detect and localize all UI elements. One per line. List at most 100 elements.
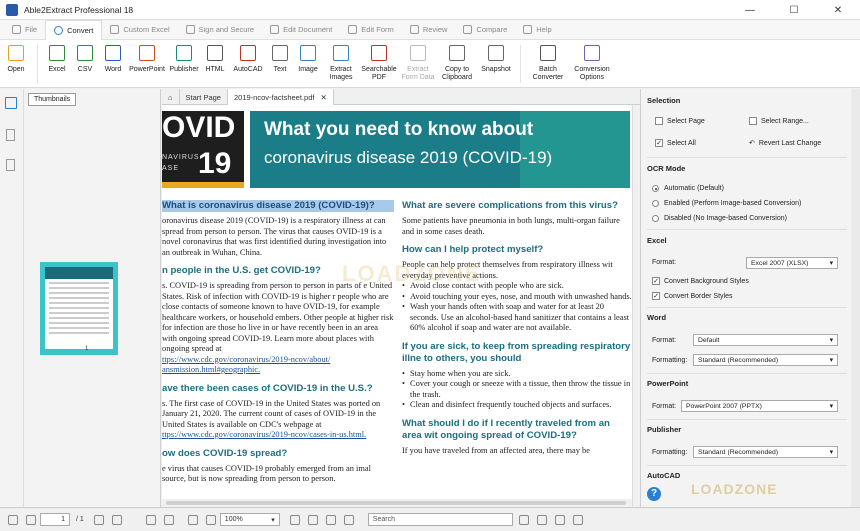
section-heading: If you are sick, to keep from spreading …: [402, 340, 631, 364]
two-page-icon[interactable]: [343, 514, 354, 525]
menu-tab-edit-document[interactable]: Edit Document: [262, 20, 340, 40]
ocr-option-radio[interactable]: Disabled (No Image-based Conversion): [652, 215, 787, 222]
ribbon-powerpoint-button[interactable]: PowerPoint: [127, 45, 167, 74]
help-icon[interactable]: ?: [647, 487, 661, 501]
search-input[interactable]: Search: [367, 513, 513, 526]
ribbon-batch-converter-button[interactable]: Batch Converter: [526, 45, 570, 82]
thumbnails-view-icon[interactable]: [5, 97, 17, 109]
document-link[interactable]: ttps://www.cdc.gov/coronavirus/2019-ncov…: [162, 355, 394, 376]
match-case-icon[interactable]: [554, 514, 565, 525]
section-heading: What are severe complications from this …: [402, 200, 618, 211]
ribbon-button-label: Extract Form Data: [401, 66, 435, 81]
zoom-in-icon[interactable]: [187, 514, 198, 525]
ribbon-autocad-button[interactable]: AutoCAD: [229, 45, 267, 74]
left-icon-strip: [0, 89, 24, 507]
menu-tab-compare[interactable]: Compare: [455, 20, 515, 40]
search-prev-icon[interactable]: [518, 514, 529, 525]
last-page-icon[interactable]: [111, 514, 122, 525]
excel-format-label: Format:: [652, 259, 677, 266]
search-options-icon[interactable]: [572, 514, 583, 525]
paragraph: s. The first case of COVID-19 in the Uni…: [162, 398, 381, 429]
paragraph: If you have traveled from an affected ar…: [402, 445, 590, 455]
vertical-scrollbar[interactable]: [632, 105, 640, 507]
ribbon-extract-images-button[interactable]: Extract Images: [323, 45, 359, 82]
fit-page-icon[interactable]: [307, 514, 318, 525]
ribbon-image-button[interactable]: Image: [293, 45, 323, 74]
ribbon-button-label: PowerPoint: [129, 66, 165, 73]
ribbon-snapshot-button[interactable]: Snapshot: [477, 45, 515, 74]
ribbon-publisher-button[interactable]: Publisher: [167, 45, 201, 74]
page-thumbnail[interactable]: [40, 262, 118, 355]
excel-format-select[interactable]: Excel 2007 (XLSX) ▾: [746, 257, 838, 269]
rotate-icon[interactable]: [145, 514, 156, 525]
document-tab[interactable]: 2019-ncov-factsheet.pdf ✕: [227, 89, 334, 105]
ribbon-button-label: CSV: [77, 66, 93, 73]
publisher-formatting-select[interactable]: Standard (Recommended) ▾: [693, 446, 838, 458]
ribbon-button-label: HTML: [205, 66, 225, 73]
ribbon-copy-to-clipboard-button[interactable]: Copy to Clipboard: [437, 45, 477, 82]
zoom-select[interactable]: 100% ▾: [219, 513, 280, 526]
fit-width-icon[interactable]: [289, 514, 300, 525]
select-page-button[interactable]: Select Page: [655, 117, 705, 125]
close-button[interactable]: ✕: [816, 0, 860, 20]
menu-tab-custom-excel[interactable]: Custom Excel: [102, 20, 177, 40]
menu-tab-file[interactable]: File: [4, 20, 45, 40]
search-next-icon[interactable]: [536, 514, 547, 525]
ribbon-excel-button[interactable]: Excel: [43, 45, 71, 74]
page-number-input[interactable]: 1: [40, 513, 70, 526]
refresh-icon[interactable]: [163, 514, 174, 525]
ocr-option-radio[interactable]: Automatic (Default): [652, 185, 724, 192]
actual-size-icon[interactable]: [325, 514, 336, 525]
maximize-button[interactable]: ☐: [772, 0, 816, 20]
section-heading: What is coronavirus disease 2019 (COVID-…: [162, 200, 394, 212]
ribbon-csv-button[interactable]: CSV: [71, 45, 99, 74]
next-page-icon[interactable]: [93, 514, 104, 525]
extract-form-icon: [410, 45, 426, 61]
thumbnails-tab[interactable]: Thumbnails: [28, 93, 77, 106]
prev-page-icon[interactable]: [26, 514, 36, 525]
chevron-down-icon: ▾: [829, 337, 833, 344]
ribbon-searchable-pdf-button[interactable]: Searchable PDF: [359, 45, 399, 82]
close-tab-icon[interactable]: ✕: [320, 93, 326, 102]
menu-tab-review[interactable]: Review: [402, 20, 456, 40]
ribbon-button-label: Copy to Clipboard: [442, 66, 472, 81]
menu-tab-sign-and-secure[interactable]: Sign and Secure: [178, 20, 262, 40]
help-icon: [523, 25, 533, 34]
menu-tab-help[interactable]: Help: [515, 20, 559, 40]
convert-border-styles-checkbox[interactable]: ✓ Convert Border Styles: [652, 292, 732, 300]
select-range-button[interactable]: Select Range...: [749, 117, 809, 125]
menu-tab-edit-form[interactable]: Edit Form: [340, 20, 402, 40]
word-format-select[interactable]: Default ▾: [693, 334, 838, 346]
ribbon-text-button[interactable]: Text: [267, 45, 293, 74]
pdf-page[interactable]: OVID NAVIRUS ASE 19 What you need to kno…: [162, 111, 632, 499]
revert-last-change-button[interactable]: ↶ Revert Last Change: [749, 139, 821, 148]
menu-tab-convert[interactable]: Convert: [45, 19, 103, 40]
publisher-icon: [176, 45, 192, 61]
ribbon-conversion-options-button[interactable]: Conversion Options: [570, 45, 614, 82]
file-icon: [12, 25, 21, 34]
first-page-icon[interactable]: [8, 514, 18, 525]
clipboard-icon: [449, 45, 465, 61]
excel-heading: Excel: [647, 236, 667, 245]
ribbon-open-button[interactable]: Open: [0, 45, 32, 74]
panel-scrollbar[interactable]: [851, 89, 860, 507]
horizontal-scrollbar[interactable]: [162, 499, 632, 507]
select-all-button[interactable]: ✓ Select All: [655, 139, 696, 147]
word-formatting-select[interactable]: Standard (Recommended) ▾: [693, 354, 838, 366]
pages-icon[interactable]: [6, 159, 15, 171]
word-heading: Word: [647, 313, 667, 322]
ribbon-extract-form-data-button[interactable]: Extract Form Data: [399, 45, 437, 82]
ribbon-word-button[interactable]: Word: [99, 45, 127, 74]
ocr-option-radio[interactable]: Enabled (Perform Image-based Conversion): [652, 200, 801, 207]
convert-background-styles-checkbox[interactable]: ✓ Convert Background Styles: [652, 277, 749, 285]
minimize-button[interactable]: —: [728, 0, 772, 20]
bookmarks-icon[interactable]: [6, 129, 15, 141]
zoom-out-icon[interactable]: [205, 514, 216, 525]
ribbon-html-button[interactable]: HTML: [201, 45, 229, 74]
document-link[interactable]: ttps://www.cdc.gov/coronavirus/2019-ncov…: [162, 430, 394, 441]
home-tab-icon[interactable]: ⌂: [162, 89, 180, 105]
powerpoint-format-select[interactable]: PowerPoint 2007 (PPTX) ▾: [681, 400, 838, 412]
ribbon-button-label: Word: [104, 66, 122, 73]
radio-icon: [652, 215, 659, 222]
document-tab[interactable]: Start Page: [180, 89, 228, 105]
